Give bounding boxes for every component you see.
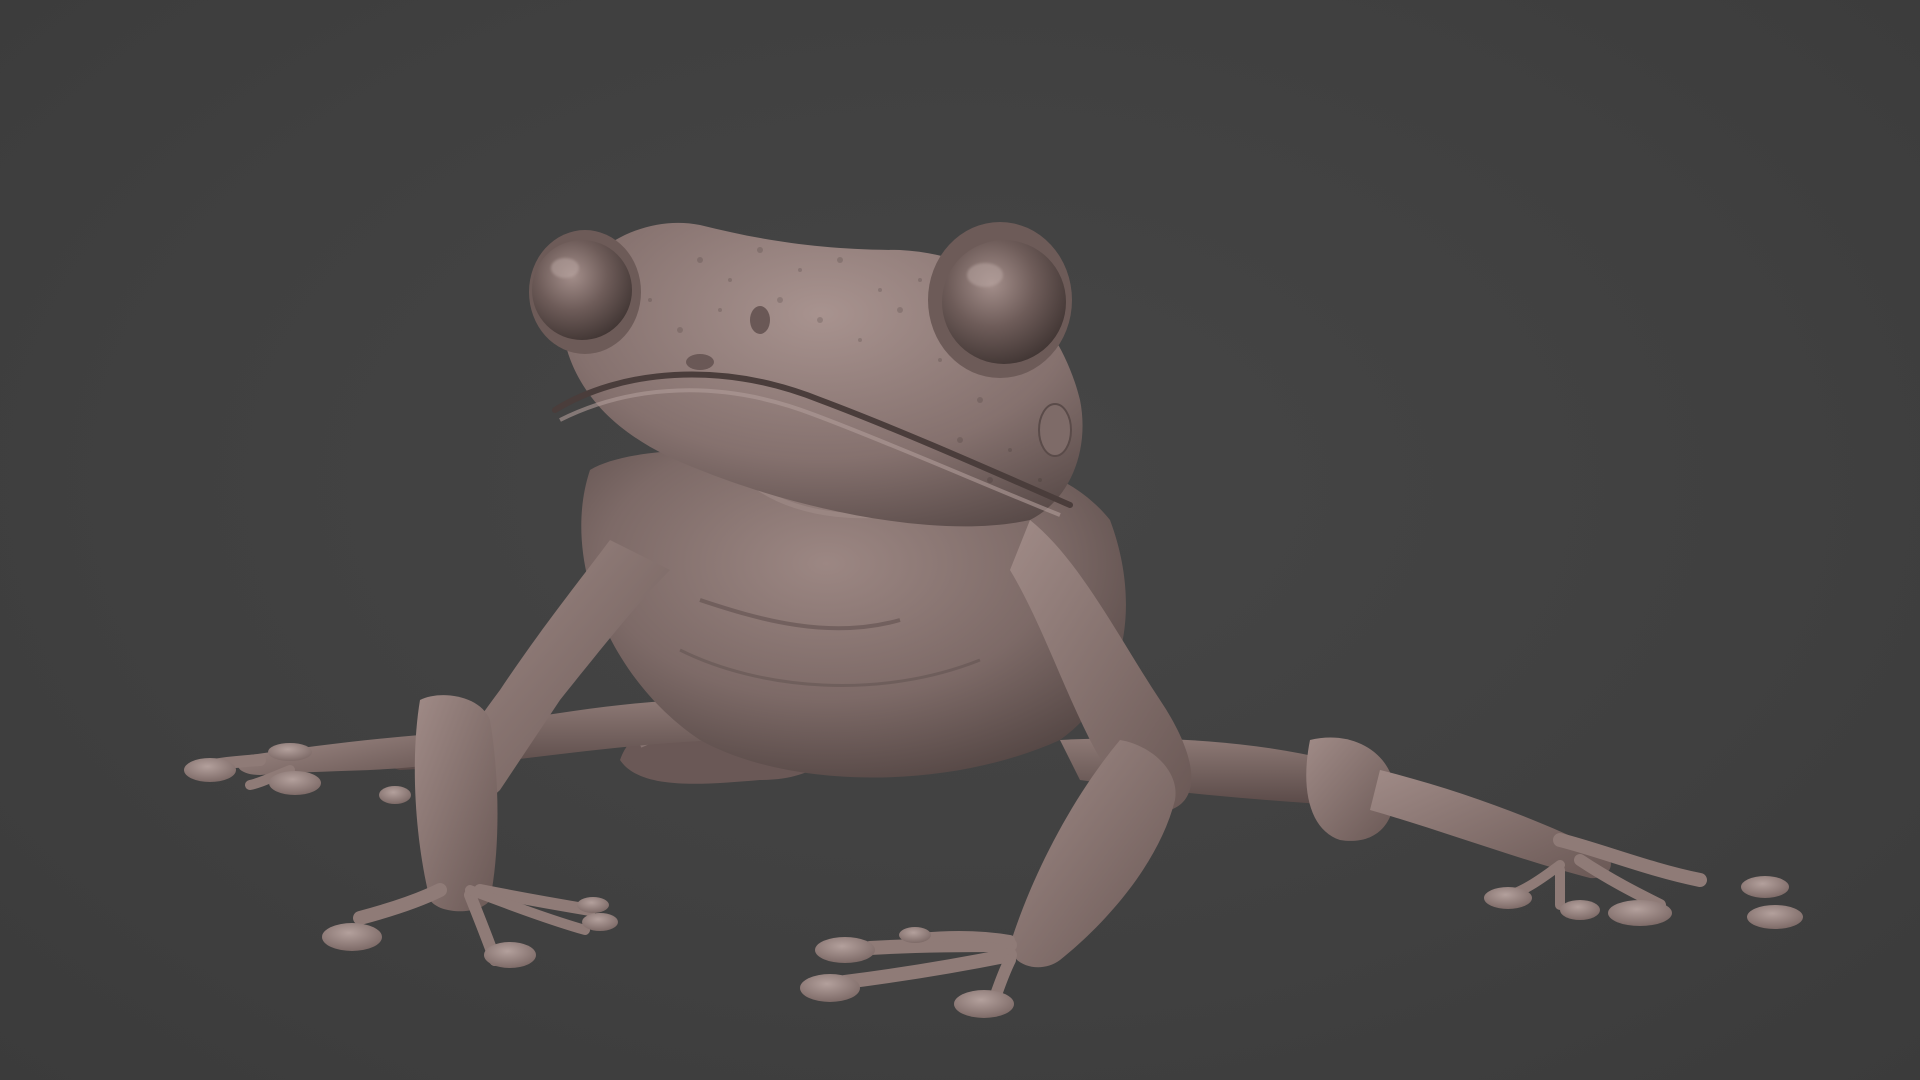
toe-pad [1747, 905, 1803, 929]
toe-pad [1560, 900, 1600, 920]
right-eye [928, 222, 1072, 378]
toe-pad [322, 923, 382, 951]
right-front-hand [800, 927, 1017, 1018]
toe-pad [379, 786, 411, 804]
left-hind-foot [184, 735, 430, 804]
toe-pad [1484, 887, 1532, 909]
toe-pad [184, 758, 236, 782]
toe-pad [800, 974, 860, 1002]
toe-pad [484, 942, 536, 968]
toe-pad [268, 743, 312, 761]
toe-pad [269, 771, 321, 795]
toe-pad [954, 990, 1014, 1018]
toe-pad [815, 937, 875, 963]
left-eye [529, 230, 641, 354]
left-front-hand [322, 883, 618, 968]
left-forearm [414, 695, 498, 912]
toe-pad [1608, 900, 1672, 926]
frog-sculpt-render [184, 222, 1803, 1018]
toe-pad [1741, 876, 1789, 898]
toe-pad [577, 897, 609, 913]
toe-pad [899, 927, 931, 943]
sculpt-viewport[interactable] [0, 0, 1920, 1080]
toe-pad [582, 913, 618, 931]
